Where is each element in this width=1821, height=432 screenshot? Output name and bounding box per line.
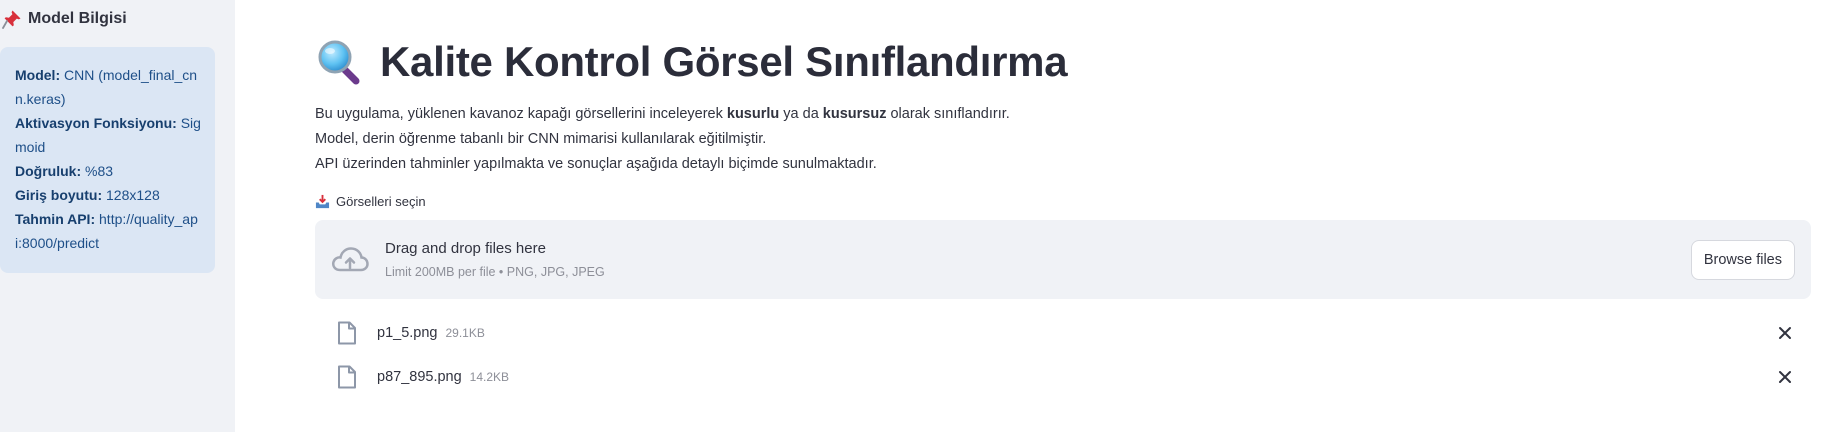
info-row-api: Tahmin API: http://quality_api:8000/pred… — [15, 207, 201, 255]
info-row-input-size: Giriş boyutu: 128x128 — [15, 183, 201, 207]
uploaded-file-list: p1_5.png 29.1KB p87_895.png 14.2KB — [315, 311, 1811, 399]
description-line-1: Bu uygulama, yüklenen kavanoz kapağı gör… — [315, 102, 1811, 127]
dropzone-text: Drag and drop files here Limit 200MB per… — [385, 238, 1691, 282]
file-name: p87_895.png — [377, 369, 462, 385]
uploader-label: Görselleri seçin — [315, 191, 1811, 211]
file-size: 14.2KB — [469, 370, 510, 384]
info-key: Tahmin API: — [15, 211, 96, 227]
sidebar-header: Model Bilgisi — [0, 9, 235, 29]
inbox-tray-icon — [315, 194, 330, 208]
info-key: Aktivasyon Fonksiyonu: — [15, 115, 177, 131]
desc-text: ya da — [779, 106, 823, 122]
magnifier-icon — [318, 40, 360, 85]
model-info-box: Model: CNN (model_final_cnn.keras) Aktiv… — [0, 47, 215, 273]
desc-bold-defective: kusurlu — [726, 106, 780, 122]
dropzone-limit: Limit 200MB per file • PNG, JPG, JPEG — [385, 264, 605, 279]
file-icon — [338, 321, 356, 345]
main-content: Kalite Kontrol Görsel Sınıflandırma Bu u… — [315, 0, 1811, 399]
file-item: p1_5.png 29.1KB — [315, 311, 1811, 355]
file-dropzone[interactable]: Drag and drop files here Limit 200MB per… — [315, 220, 1811, 299]
info-row-activation: Aktivasyon Fonksiyonu: Sigmoid — [15, 111, 201, 159]
browse-files-button[interactable]: Browse files — [1690, 239, 1795, 280]
sidebar: Model Bilgisi Model: CNN (model_final_cn… — [0, 0, 235, 432]
info-key: Doğruluk: — [15, 163, 82, 179]
description-line-3: API üzerinden tahminler yapılmakta ve so… — [315, 156, 877, 172]
desc-text: Bu uygulama, yüklenen kavanoz kapağı gör… — [315, 106, 727, 122]
cloud-upload-icon — [332, 246, 369, 271]
desc-text: olarak sınıflandırır. — [886, 106, 1010, 122]
page-title: Kalite Kontrol Görsel Sınıflandırma — [380, 38, 1068, 85]
pushpin-icon — [2, 10, 21, 29]
info-value: 128x128 — [106, 187, 160, 203]
close-icon[interactable] — [1777, 369, 1793, 385]
description-line-2: Model, derin öğrenme tabanlı bir CNN mim… — [315, 131, 767, 147]
title-row: Kalite Kontrol Görsel Sınıflandırma — [315, 36, 1811, 88]
info-value: %83 — [85, 163, 114, 179]
close-icon[interactable] — [1777, 325, 1793, 341]
file-item: p87_895.png 14.2KB — [315, 355, 1811, 399]
file-icon — [338, 365, 356, 389]
info-row-model: Model: CNN (model_final_cnn.keras) — [15, 63, 201, 111]
app-root: Model Bilgisi Model: CNN (model_final_cn… — [0, 0, 1821, 432]
uploader-label-text: Görselleri seçin — [336, 193, 426, 209]
dropzone-instruction: Drag and drop files here — [385, 239, 546, 257]
info-key: Model: — [15, 67, 61, 83]
description: Bu uygulama, yüklenen kavanoz kapağı gör… — [315, 102, 1811, 177]
main-area: Kalite Kontrol Görsel Sınıflandırma Bu u… — [235, 0, 1821, 432]
info-row-accuracy: Doğruluk: %83 — [15, 159, 201, 183]
file-size: 29.1KB — [445, 326, 485, 340]
file-name: p1_5.png — [377, 325, 438, 341]
sidebar-title: Model Bilgisi — [28, 10, 127, 27]
info-key: Giriş boyutu: — [15, 187, 103, 203]
desc-bold-flawless: kusursuz — [822, 106, 887, 122]
